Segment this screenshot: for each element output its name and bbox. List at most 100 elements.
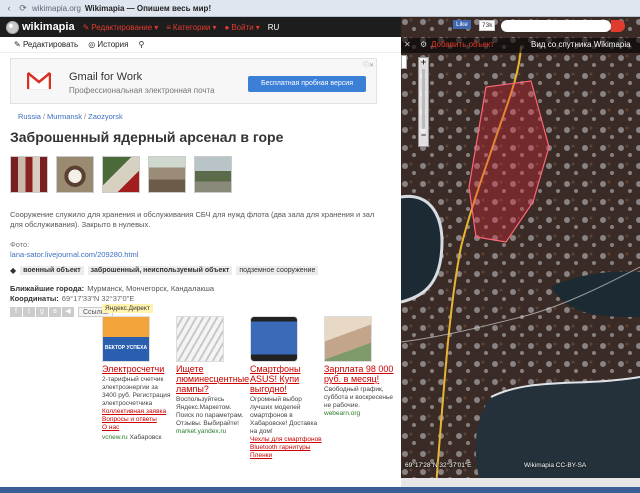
coords-value: 69°17'33"N 32°37'0"E: [61, 294, 135, 303]
nearest-cities: Ближайшие города: Мурманск, Мончегорск, К…: [10, 284, 214, 293]
tag[interactable]: заброшенный, неиспользуемый объект: [87, 266, 233, 275]
breadcrumb-item[interactable]: Murmansk: [47, 112, 82, 121]
breadcrumb-item[interactable]: Russia: [18, 112, 41, 121]
chevron-down-icon: ▾: [154, 22, 159, 32]
ad-image: [176, 316, 224, 362]
coords-label: Координаты:: [10, 294, 59, 303]
place-panel: ✎ Редактировать ◎ История ⚲ Gmail for Wo…: [0, 37, 401, 487]
chevron-down-icon: ▾: [255, 22, 260, 32]
wikimapia-logo[interactable]: wikimapia: [6, 20, 75, 34]
breadcrumb-item[interactable]: Zaozyorsk: [88, 112, 123, 121]
ad-text: Свободный график, суббота и воскресенье …: [324, 386, 394, 409]
gmail-ad-banner[interactable]: Gmail for Work Профессиональная электрон…: [10, 58, 377, 104]
yandex-ad[interactable]: ВЕКТОР УСПЕХА Электросчетчи 2-тарифный с…: [102, 316, 174, 442]
history-button[interactable]: ◎ История: [88, 40, 128, 49]
tag[interactable]: подземное сооружение: [236, 266, 319, 275]
menu-categories-label: Категории: [172, 22, 211, 32]
history-label: История: [97, 40, 129, 49]
yandex-ad[interactable]: Зарплата 98 000 руб. в месяц! Свободный …: [324, 316, 396, 418]
ad-headline[interactable]: Смартфоны ASUS! Купи выгодно!: [250, 364, 322, 394]
chevron-down-icon: ▾: [212, 22, 217, 32]
ad-info-icon[interactable]: ⓘ✕: [363, 60, 374, 69]
ad-domain[interactable]: market.yandex.ru: [176, 428, 248, 436]
facebook-icon[interactable]: f: [10, 307, 22, 317]
ad-link[interactable]: Коллективная заявка: [102, 408, 174, 416]
close-icon[interactable]: ✕: [404, 40, 411, 49]
breadcrumb: Russia / Murmansk / Zaozyorsk: [18, 112, 123, 121]
ad-text: Воспользуйтесь Яндекс.Маркетом. Поиск по…: [176, 396, 244, 427]
ad-headline[interactable]: Ищете люминесцентные лампы?: [176, 364, 249, 394]
ad-text: Огромный выбор лучших моделей смартфонов…: [250, 396, 318, 435]
map-pin-icon[interactable]: ⚲: [138, 40, 144, 49]
search-icon[interactable]: [611, 20, 625, 32]
tag[interactable]: военный объект: [20, 266, 84, 275]
add-object-button[interactable]: Добавить объект: [431, 40, 494, 49]
back-icon[interactable]: ‹: [4, 3, 14, 13]
zoom-slider[interactable]: [422, 69, 425, 129]
site-topbar: wikimapia ✎ Редактирование ▾ ≡ Категории ▾ ●…: [0, 17, 404, 37]
ad-link[interactable]: Вопросы и ответы: [102, 416, 174, 424]
ad-link[interactable]: Bluetooth гарнитуры: [250, 444, 322, 452]
facebook-like-button[interactable]: Like: [453, 20, 471, 29]
zoom-control[interactable]: + −: [418, 57, 429, 147]
twitter-icon[interactable]: t: [23, 307, 35, 317]
map-footer: [401, 478, 640, 487]
ad-domain[interactable]: webearn.org: [324, 410, 396, 418]
browser-chrome: ‹ ⟳ wikimapia.org Wikimapia — Опишем вес…: [0, 0, 640, 17]
ad-headline[interactable]: Зарплата 98 000 руб. в месяц!: [324, 364, 396, 384]
cities-value[interactable]: Мурманск, Мончегорск, Кандалакша: [87, 284, 214, 293]
reload-icon[interactable]: ⟳: [18, 3, 28, 13]
photo-thumbnail[interactable]: [102, 156, 140, 193]
list-icon: ≡: [166, 22, 171, 32]
ad-image: [250, 316, 298, 362]
place-toolbar: ✎ Редактировать ◎ История ⚲: [0, 37, 401, 53]
ad-city: Хабаровск: [129, 434, 162, 441]
yandex-direct-label[interactable]: Яндекс.Директ: [102, 304, 153, 313]
menu-edit-label: Редактирование: [91, 22, 153, 32]
vk-icon[interactable]: в: [49, 307, 61, 317]
address-bar[interactable]: wikimapia.org: [32, 4, 81, 13]
ad-text: 2-тарифный счетчик электроэнергии за 340…: [102, 376, 171, 407]
photo-source-link[interactable]: lana-sator.livejournal.com/209280.html: [10, 250, 138, 259]
logo-text: wikimapia: [22, 21, 75, 33]
tag-icon: ◆: [10, 266, 17, 275]
zoom-in-button[interactable]: +: [419, 58, 428, 67]
ad-title: Gmail for Work: [69, 71, 143, 83]
ad-link[interactable]: Чехлы для смартфонов: [250, 436, 322, 444]
ad-link[interactable]: Пленки: [250, 452, 322, 460]
ad-domain[interactable]: vcnew.ru: [102, 434, 128, 441]
cities-label: Ближайшие города:: [10, 284, 85, 293]
yandex-ad[interactable]: Смартфоны ASUS! Купи выгодно! Огромный в…: [250, 316, 322, 460]
tag-list: ◆ военный объект заброшенный, неиспользу…: [10, 266, 319, 275]
googleplus-icon[interactable]: g: [36, 307, 48, 317]
menu-edit[interactable]: ✎ Редактирование ▾: [83, 23, 159, 32]
language-select[interactable]: RU: [268, 23, 280, 32]
photo-thumbnail[interactable]: [10, 156, 48, 193]
menu-login-label: Войти: [231, 22, 254, 32]
photo-thumbnail[interactable]: [148, 156, 186, 193]
ad-trial-button[interactable]: Бесплатная пробная версия: [248, 76, 366, 92]
photo-label: Фото:: [10, 240, 30, 249]
ad-link[interactable]: О нас: [102, 424, 174, 432]
page-title: Заброшенный ядерный арсенал в горе: [10, 129, 284, 145]
edit-button[interactable]: ✎ Редактировать: [14, 40, 78, 49]
satellite-view-button[interactable]: Вид со спутника Wikimapia: [531, 40, 631, 49]
ad-headline[interactable]: Электросчетчи: [102, 364, 174, 374]
menu-login[interactable]: ● Войти ▾: [224, 23, 259, 32]
yandex-ad[interactable]: Ищете люминесцентные лампы? Воспользуйте…: [176, 316, 249, 436]
place-description: Сооружение служило для хранения и обслуж…: [10, 210, 375, 229]
map-top-bar: Like 73k: [401, 17, 640, 38]
zoom-out-button[interactable]: −: [419, 131, 428, 140]
photo-thumbnail[interactable]: [56, 156, 94, 193]
menu-categories[interactable]: ≡ Категории ▾: [166, 23, 216, 32]
satellite-map[interactable]: Like 73k ✕ ⚙ Добавить объект Вид со спут…: [401, 17, 640, 487]
photo-gallery: [10, 156, 232, 193]
share-bar: f t g в ◀ Ссылка: [10, 307, 113, 317]
map-search-input[interactable]: [501, 20, 611, 32]
satellite-imagery: [401, 17, 640, 487]
panel-collapse-handle[interactable]: [401, 55, 407, 69]
gear-icon[interactable]: ⚙: [420, 40, 427, 49]
map-action-bar: ✕ ⚙ Добавить объект Вид со спутника Wiki…: [401, 38, 640, 53]
photo-thumbnail[interactable]: [194, 156, 232, 193]
more-share-icon[interactable]: ◀: [62, 307, 74, 317]
